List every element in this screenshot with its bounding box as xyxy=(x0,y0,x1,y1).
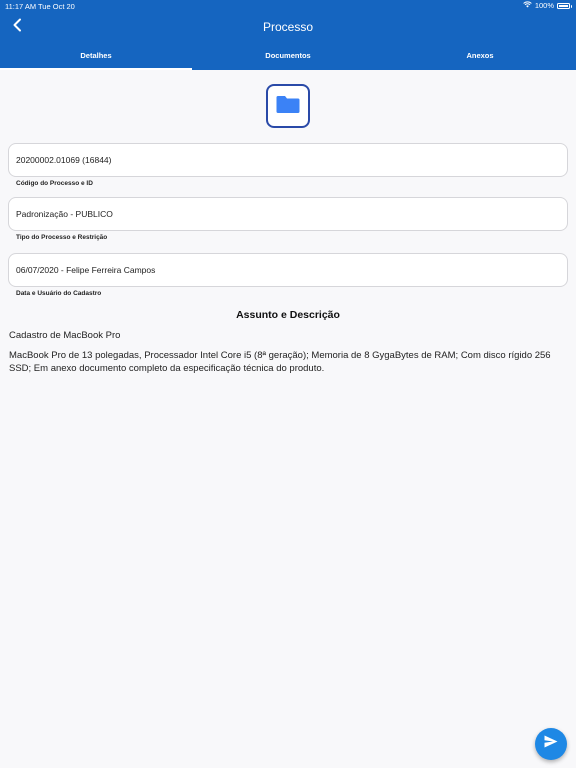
process-code-label: Código do Processo e ID xyxy=(16,180,93,187)
tab-anexos[interactable]: Anexos xyxy=(384,44,576,70)
send-button[interactable] xyxy=(535,728,567,760)
section-title: Assunto e Descrição xyxy=(236,309,340,321)
app-bar: 11:17 AM Tue Oct 20 100% Processo Detalh… xyxy=(0,0,576,70)
process-type-label: Tipo do Processo e Restrição xyxy=(16,234,108,241)
status-date: Tue Oct 20 xyxy=(38,2,75,11)
tab-detalhes[interactable]: Detalhes xyxy=(0,44,192,70)
send-icon xyxy=(544,735,558,753)
process-code-field[interactable]: 20200002.01069 (16844) xyxy=(8,143,568,177)
status-bar: 11:17 AM Tue Oct 20 100% xyxy=(0,0,576,12)
folder-badge xyxy=(266,84,310,128)
subject-text: Cadastro de MacBook Pro xyxy=(9,330,121,341)
battery-percent: 100% xyxy=(534,1,554,10)
page-title: Processo xyxy=(262,20,314,34)
status-time: 11:17 AM xyxy=(5,2,37,11)
registration-label: Data e Usuário do Cadastro xyxy=(16,290,102,297)
tab-bar: Detalhes Documentos Anexos xyxy=(0,44,576,70)
wifi-icon xyxy=(523,1,532,10)
status-right: 100% xyxy=(523,1,572,10)
description-text: MacBook Pro de 13 polegadas, Processador… xyxy=(9,350,551,374)
tab-documentos[interactable]: Documentos xyxy=(192,44,384,70)
battery-fill xyxy=(559,4,568,7)
process-type-field[interactable]: Padronização - PUBLICO xyxy=(8,197,568,231)
folder-icon xyxy=(276,94,300,119)
battery-icon xyxy=(557,2,572,9)
registration-field[interactable]: 06/07/2020 - Felipe Ferreira Campos xyxy=(8,253,568,287)
